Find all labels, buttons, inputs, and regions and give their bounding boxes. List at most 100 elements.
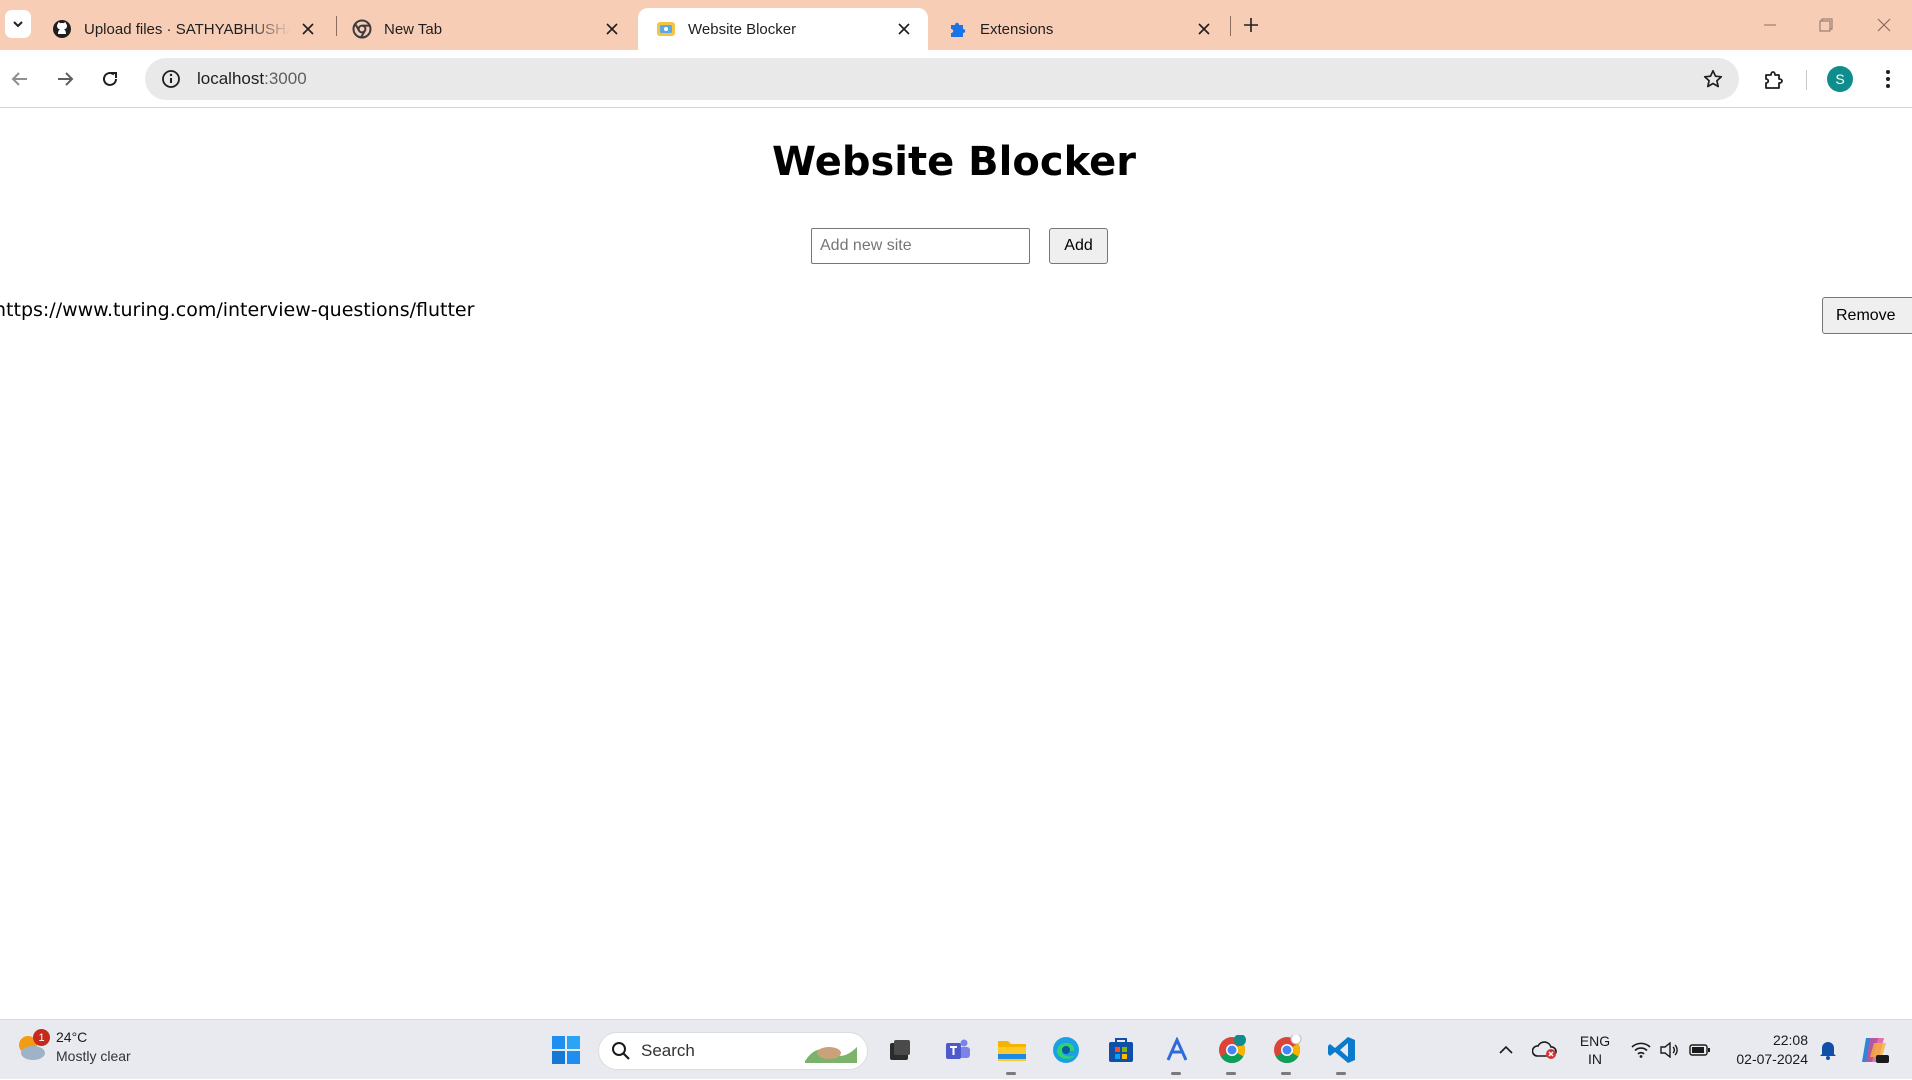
close-icon[interactable]	[1194, 19, 1214, 39]
page-title: Website Blocker	[772, 139, 1136, 185]
chevron-up-icon	[1499, 1045, 1513, 1054]
tab-new-tab[interactable]: New Tab	[334, 8, 636, 50]
tab-search-button[interactable]	[5, 10, 31, 38]
back-button[interactable]	[4, 63, 36, 95]
weather-temp: 24°C	[56, 1029, 88, 1045]
search-highlight-icon	[805, 1047, 857, 1063]
taskbar-search[interactable]: Search	[598, 1032, 868, 1070]
restore-button[interactable]	[1798, 0, 1854, 50]
remove-button[interactable]: Remove	[1822, 297, 1912, 334]
close-icon[interactable]	[602, 19, 622, 39]
edge-app[interactable]	[1046, 1030, 1086, 1070]
battery-tray[interactable]	[1686, 1020, 1714, 1080]
chevron-down-icon	[13, 21, 23, 28]
tab-strip: Upload files · SATHYABHUSHAN New Tab Web…	[0, 0, 1912, 50]
close-icon	[1877, 18, 1891, 32]
task-view-button[interactable]	[880, 1030, 920, 1070]
vscode-app[interactable]	[1322, 1030, 1362, 1075]
running-indicator	[1006, 1072, 1016, 1075]
minimize-button[interactable]	[1742, 0, 1798, 50]
windows-logo-icon	[552, 1036, 580, 1064]
plus-icon	[1244, 18, 1258, 32]
chrome-app-profile[interactable]	[1212, 1030, 1252, 1075]
address-bar[interactable]: localhost:3000	[145, 58, 1739, 100]
puzzle-icon	[1765, 71, 1783, 89]
pinned-app[interactable]	[1157, 1030, 1197, 1075]
reload-button[interactable]	[94, 63, 126, 95]
tab-upload-files[interactable]: Upload files · SATHYABHUSHAN	[34, 8, 332, 50]
vscode-icon	[1328, 1037, 1355, 1063]
speaker-icon	[1660, 1042, 1678, 1058]
search-icon	[612, 1042, 630, 1060]
weather-widget[interactable]: 1 24°C Mostly clear	[16, 1028, 131, 1066]
running-indicator	[1281, 1072, 1291, 1075]
language-indicator[interactable]: ENG IN	[1578, 1032, 1612, 1068]
chrome-app[interactable]	[1267, 1030, 1307, 1075]
start-button[interactable]	[546, 1030, 586, 1070]
new-tab-button[interactable]	[1238, 12, 1264, 38]
edge-icon	[1053, 1037, 1079, 1063]
tab-separator	[1230, 16, 1231, 36]
wifi-tray[interactable]	[1628, 1020, 1654, 1080]
clock-date: 02-07-2024	[1736, 1051, 1808, 1067]
tab-extensions[interactable]: Extensions	[930, 8, 1228, 50]
reload-icon	[103, 71, 117, 86]
teams-icon	[946, 1039, 970, 1059]
github-icon	[52, 19, 72, 39]
notifications-button[interactable]	[1816, 1020, 1840, 1080]
chrome-icon	[1219, 1035, 1246, 1064]
clock-time: 22:08	[1772, 1032, 1808, 1048]
add-button[interactable]: Add	[1049, 228, 1108, 264]
file-explorer-app[interactable]	[992, 1030, 1032, 1075]
tab-title: Extensions	[980, 20, 1054, 38]
close-icon[interactable]	[894, 19, 914, 39]
tab-title: New Tab	[384, 20, 443, 38]
wifi-icon	[1631, 1042, 1651, 1058]
store-app[interactable]	[1101, 1030, 1141, 1070]
react-app-icon	[656, 19, 676, 39]
tab-website-blocker[interactable]: Website Blocker	[638, 8, 928, 50]
chrome-icon	[1274, 1035, 1302, 1064]
show-hidden-icons-button[interactable]	[1494, 1020, 1518, 1080]
teams-app[interactable]	[938, 1030, 978, 1070]
close-icon[interactable]	[298, 19, 318, 39]
page-content: Website Blocker Add https://www.turing.c…	[0, 109, 1912, 1019]
chrome-icon	[352, 19, 372, 39]
bookmark-star-icon[interactable]	[1701, 67, 1725, 91]
running-indicator	[1336, 1072, 1346, 1075]
running-indicator	[1171, 1072, 1181, 1075]
toolbar-divider	[1806, 70, 1807, 90]
minimize-icon	[1764, 24, 1776, 26]
language-line2: IN	[1588, 1051, 1602, 1067]
battery-icon	[1689, 1044, 1710, 1056]
running-indicator	[1226, 1072, 1236, 1075]
task-view-icon	[890, 1040, 910, 1060]
window-close-button[interactable]	[1856, 0, 1912, 50]
extensions-button[interactable]	[1758, 63, 1790, 95]
store-icon	[1109, 1038, 1133, 1062]
url-host: localhost	[197, 69, 265, 88]
windows-taskbar: 1 24°C Mostly clear Search ENG IN 22:08 …	[0, 1019, 1912, 1079]
system-clock[interactable]: 22:08 02-07-2024	[1728, 1031, 1808, 1069]
blocked-site-url: https://www.turing.com/interview-questio…	[0, 299, 475, 321]
copilot-icon	[1862, 1038, 1889, 1063]
onedrive-tray[interactable]	[1530, 1020, 1560, 1080]
site-info-icon[interactable]	[153, 69, 189, 89]
arrow-right-icon	[58, 72, 74, 86]
new-site-input[interactable]	[811, 228, 1030, 264]
profile-avatar[interactable]: S	[1827, 66, 1853, 92]
url-text: localhost:3000	[197, 69, 307, 89]
arrow-left-icon	[11, 72, 27, 86]
app-a-icon	[1166, 1037, 1188, 1061]
volume-tray[interactable]	[1656, 1020, 1682, 1080]
browser-menu-button[interactable]	[1872, 63, 1904, 95]
bell-icon	[1820, 1042, 1836, 1060]
tab-title: Upload files · SATHYABHUSHAN	[84, 20, 290, 38]
weather-moon-cloud-icon: 1	[16, 1029, 50, 1063]
cloud-error-icon	[1532, 1041, 1557, 1059]
restore-icon	[1819, 18, 1833, 32]
url-port: :3000	[264, 69, 307, 88]
forward-button[interactable]	[49, 63, 81, 95]
language-line1: ENG	[1579, 1033, 1611, 1049]
copilot-button[interactable]	[1854, 1020, 1894, 1080]
